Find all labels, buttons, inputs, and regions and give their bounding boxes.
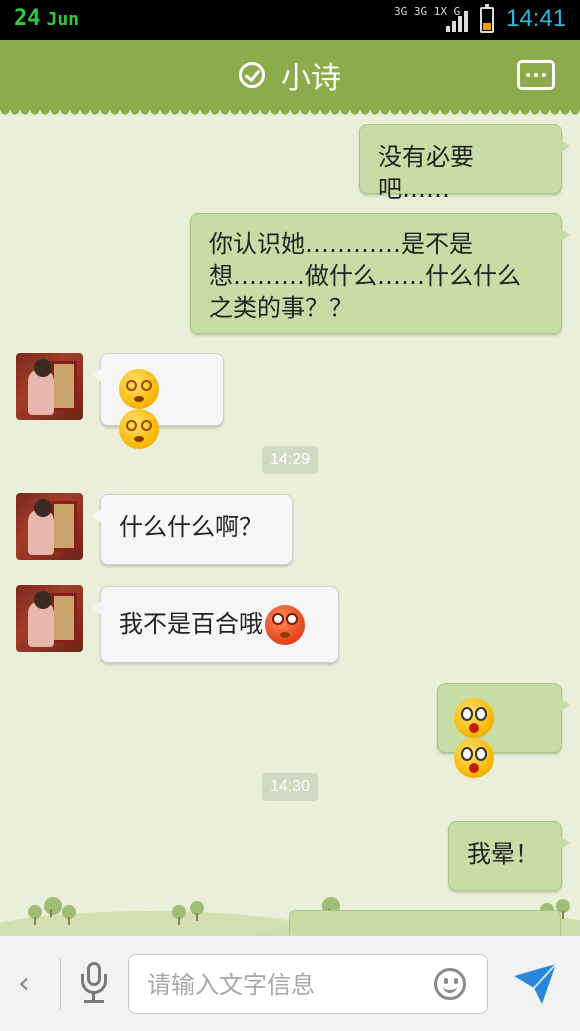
message-incoming[interactable]: 我不是百合哦 [92,586,339,663]
eye-roll-emoji [265,605,305,645]
message-outgoing[interactable]: 没有必要吧…… [359,124,570,203]
smiley-icon[interactable] [434,968,466,1000]
message-input-box[interactable] [128,954,488,1014]
message-text: 什么什么啊？ [119,513,263,541]
divider [60,958,61,1010]
avatar[interactable] [16,585,83,652]
dizzy-face-emoji [119,409,159,449]
chat-header: 小诗 [0,40,580,116]
input-bar: ‹ [0,935,580,1031]
send-button[interactable] [512,962,558,1006]
check-circle-icon [239,62,265,88]
surprised-face-emoji [454,698,494,738]
message-text: 没有必要吧…… [378,143,474,203]
message-text: 我不是百合哦 [119,610,263,638]
status-date-month: Jun [46,9,80,30]
status-date-day: 24 [14,6,41,31]
message-input[interactable] [147,967,417,1003]
message-outgoing[interactable]: 你认识她…………是不是想………做什么……什么什么之类的事？？ [190,213,570,334]
status-bar: 24 Jun 3G 3G 1X G 14:41 [0,0,580,40]
avatar[interactable] [16,353,83,420]
battery-icon [480,4,494,33]
message-timestamp: 14:29 [261,446,319,474]
surprised-face-emoji [454,738,494,778]
message-list[interactable]: 没有必要吧…… 你认识她…………是不是想………做什么……什么什么之类的事？？ 1… [0,110,580,935]
status-time: 14:41 [506,5,567,32]
avatar[interactable] [16,493,83,560]
message-text: 你认识她…………是不是想………做什么……什么什么之类的事？？ [209,230,521,322]
signal-strength-icon [446,10,470,32]
message-outgoing[interactable] [437,683,570,778]
more-options-button[interactable] [517,60,555,90]
microphone-icon[interactable] [80,962,108,1004]
dizzy-face-emoji [119,369,159,409]
status-date: 24 Jun [14,6,79,31]
message-incoming[interactable]: 什么什么啊？ [92,494,293,565]
chevron-left-icon[interactable]: ‹ [18,966,30,1001]
message-outgoing[interactable]: 我晕！ [448,821,570,891]
message-timestamp: 14:30 [261,773,319,801]
message-text: 我晕！ [467,840,539,868]
chat-title: 小诗 [281,61,341,96]
message-incoming[interactable] [92,353,224,449]
